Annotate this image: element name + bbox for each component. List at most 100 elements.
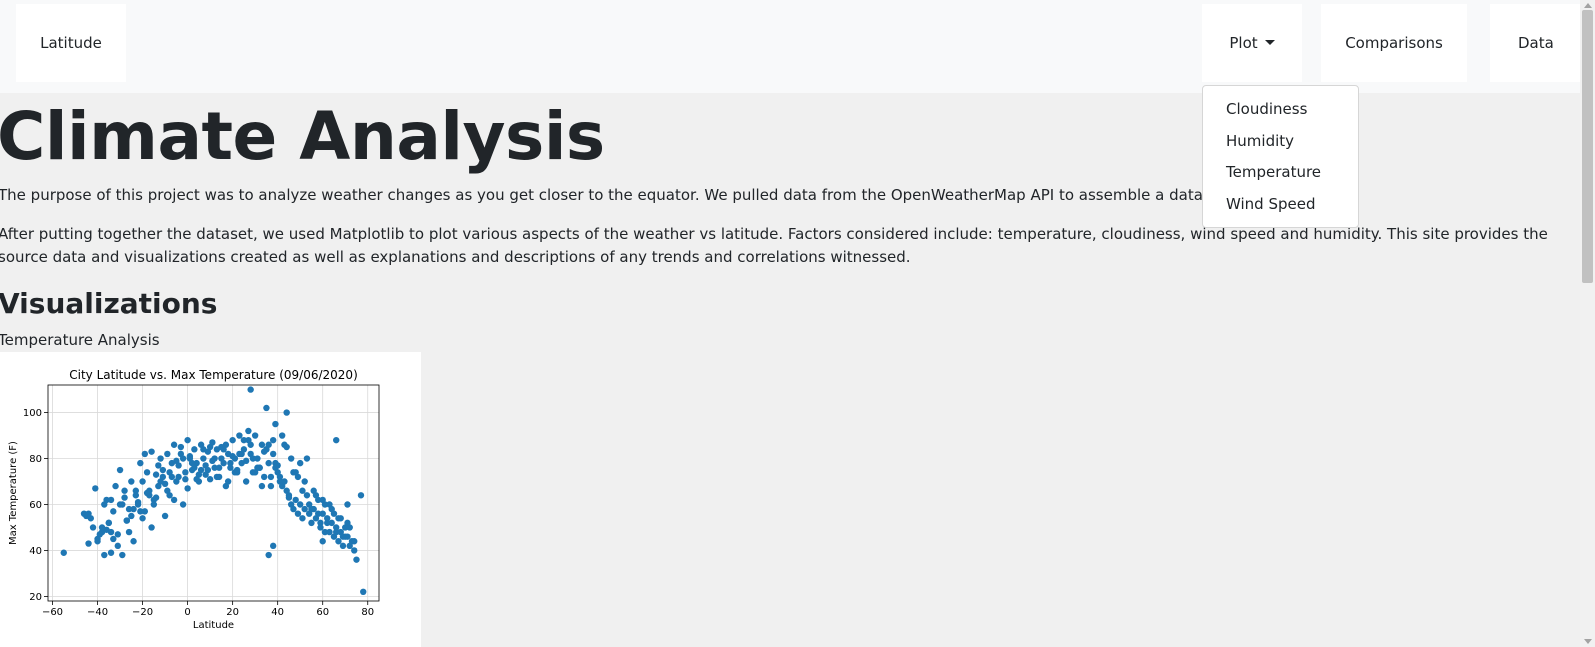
scatter-point [242, 457, 250, 465]
y-tick-label: 20 [29, 592, 42, 603]
temperature-analysis-label: Temperature Analysis [0, 331, 160, 349]
x-tick-label: 40 [271, 607, 284, 618]
scatter-point [258, 482, 266, 490]
scatter-point [213, 473, 221, 481]
scatter-point [351, 538, 358, 545]
nav-brand-label: Latitude [40, 34, 102, 52]
nav-comparisons[interactable]: Comparisons [1321, 4, 1467, 82]
scrollbar-thumb[interactable] [1582, 10, 1593, 283]
scatter-point [206, 443, 214, 451]
scatter-point [249, 455, 257, 462]
scatter-point [240, 436, 248, 444]
scroll-down-arrow-icon[interactable] [1584, 639, 1592, 644]
chart-title: City Latitude vs. Max Temperature (09/06… [69, 368, 358, 382]
x-tick-label: 0 [184, 607, 190, 618]
navbar: Latitude Plot Comparisons Data [0, 0, 1580, 93]
scatter-point [110, 535, 117, 543]
scatter-point [276, 478, 284, 485]
scatter-point [283, 443, 290, 451]
scatter-point [308, 519, 315, 527]
scatter-point [245, 427, 252, 435]
scatter-point [224, 478, 232, 485]
nav-plot-dropdown-toggle[interactable]: Plot [1202, 4, 1302, 82]
scatter-point [303, 455, 311, 462]
scatter-point [170, 496, 178, 504]
scatter-point [143, 469, 151, 476]
scatter-point [116, 466, 124, 474]
scatter-point [333, 528, 340, 536]
nav-brand-latitude[interactable]: Latitude [16, 4, 126, 82]
scatter-point [229, 453, 236, 460]
scatter-point [89, 524, 97, 531]
scatter-point [177, 443, 185, 451]
scatter-point [202, 471, 209, 478]
scatter-point [310, 487, 317, 494]
scatter-point [339, 542, 347, 550]
scatter-point [283, 409, 290, 416]
scatter-point [121, 487, 128, 494]
scatter-point [269, 542, 277, 550]
scatter-point [60, 549, 67, 556]
scatter-point [274, 462, 281, 469]
scatter-point [123, 517, 131, 524]
scatter-point [128, 478, 135, 485]
scatter-point [267, 482, 275, 490]
intro-paragraph: The purpose of this project was to analy… [0, 186, 1312, 204]
scatter-point [247, 441, 254, 448]
scatter-point [179, 501, 187, 508]
scatter-point [184, 436, 191, 444]
scatter-point [301, 478, 308, 485]
y-tick-label: 60 [29, 500, 42, 511]
scatter-point [319, 496, 326, 504]
scatter-point [258, 441, 266, 448]
scatter-point [110, 508, 117, 515]
scatter-point [265, 551, 272, 559]
scatter-point [238, 450, 245, 458]
scatter-point [116, 501, 124, 508]
scatter-point [353, 556, 360, 563]
scatter-point [105, 519, 112, 527]
scatter-point [161, 512, 169, 520]
scatter-point [139, 515, 146, 522]
scatter-point [130, 538, 137, 545]
scatter-point [125, 505, 133, 513]
dropdown-item-humidity[interactable]: Humidity [1203, 126, 1358, 158]
scatter-point [139, 478, 146, 485]
scatter-point [137, 508, 144, 515]
dropdown-item-temperature[interactable]: Temperature [1203, 157, 1358, 189]
scatter-point [159, 466, 167, 474]
scatter-point [152, 494, 160, 501]
scatter-point [260, 473, 268, 481]
x-tick-label: 20 [226, 607, 239, 618]
scatter-point [305, 501, 313, 508]
scatter-point [294, 510, 302, 517]
scatter-point [128, 512, 135, 520]
scatter-point [285, 494, 293, 501]
scatter-point [342, 533, 349, 540]
scatter-point [157, 478, 164, 485]
method-paragraph: After putting together the dataset, we u… [0, 225, 1548, 266]
vertical-scrollbar[interactable] [1580, 0, 1595, 647]
dropdown-item-cloudiness[interactable]: Cloudiness [1203, 94, 1358, 126]
scatter-point [186, 453, 194, 460]
scatter-point [296, 501, 304, 508]
nav-data[interactable]: Data [1490, 4, 1580, 82]
scatter-point [247, 386, 254, 393]
scroll-up-arrow-icon[interactable] [1584, 3, 1592, 8]
scatter-point [121, 494, 128, 501]
scatter-point [175, 473, 182, 481]
x-tick-label: −60 [42, 607, 63, 618]
y-axis-label: Max Temperature (F) [8, 441, 19, 545]
scatter-point [265, 441, 272, 448]
scatter-point [94, 538, 101, 545]
temperature-chart-image[interactable]: −60 −40 −20 0 20 40 60 80 20 40 60 80 100 City Latitu… [0, 352, 421, 647]
scatter-point [191, 446, 198, 453]
section-title-visualizations: Visualizations [0, 287, 218, 320]
scatter-chart: −60 −40 −20 0 20 40 60 80 20 40 60 80 100 City Latitu… [8, 368, 380, 631]
scatter-point [344, 501, 351, 508]
scatter-point [164, 487, 171, 494]
scatter-point [290, 505, 297, 513]
dropdown-item-wind-speed[interactable]: Wind Speed [1203, 189, 1358, 221]
scatter-point [227, 459, 234, 467]
x-tick-label: 60 [316, 607, 329, 618]
